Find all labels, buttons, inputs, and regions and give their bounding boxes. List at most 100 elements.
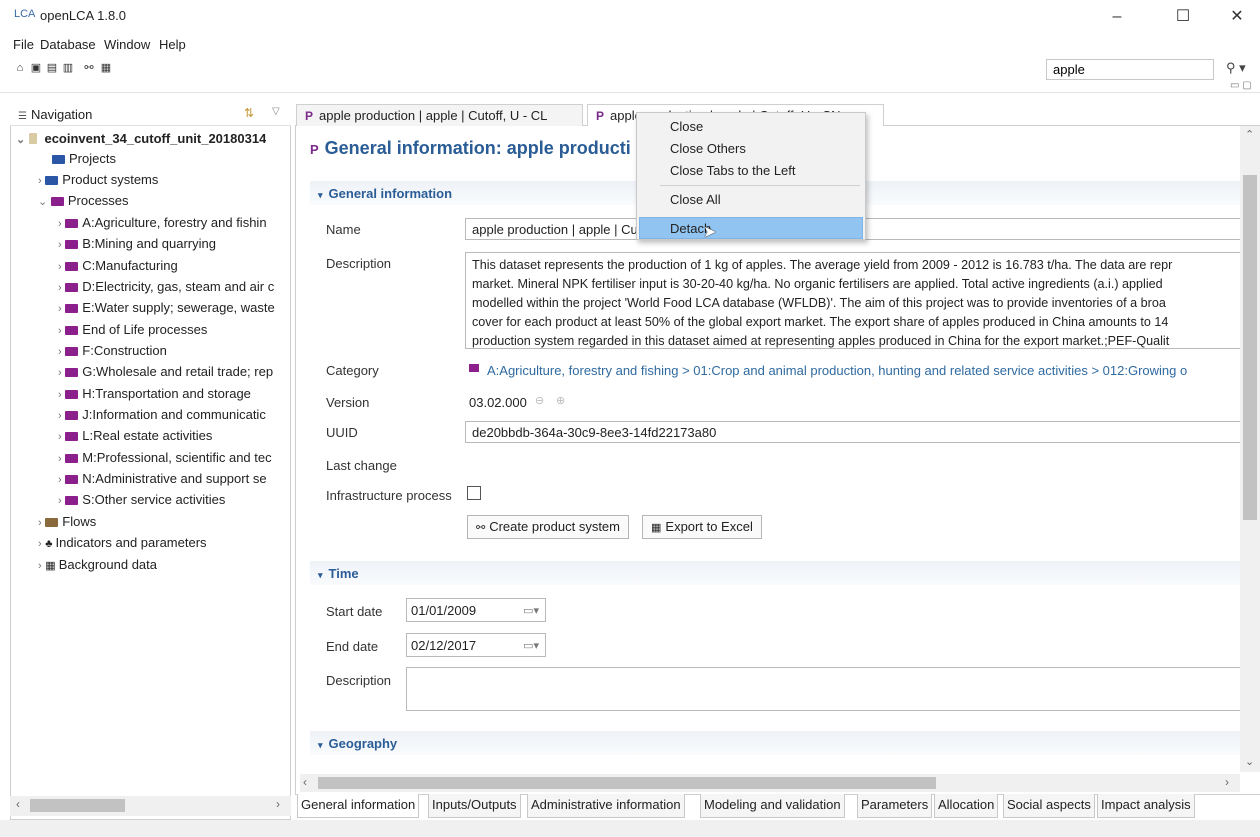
tree-item-real-estate[interactable]: › L:Real estate activities: [58, 428, 290, 443]
description-label: Description: [326, 256, 392, 271]
menu-item-close[interactable]: Close: [670, 119, 703, 134]
create-product-system-button[interactable]: ⚯ Create product system: [467, 515, 629, 539]
scroll-left-icon[interactable]: ‹: [16, 797, 20, 811]
name-label: Name: [326, 222, 361, 237]
scroll-down-icon[interactable]: ⌄: [1245, 755, 1254, 768]
menu-database[interactable]: Database: [40, 37, 96, 52]
description-field[interactable]: This dataset represents the production o…: [465, 252, 1245, 349]
version-down-icon[interactable]: ⊖: [535, 394, 544, 407]
tree-item-indicators[interactable]: › ♣ Indicators and parameters: [38, 535, 207, 550]
menu-item-close-others[interactable]: Close Others: [670, 141, 746, 156]
tree-item-projects[interactable]: Projects: [52, 151, 116, 166]
tree-item-professional[interactable]: › M:Professional, scientific and tec: [58, 450, 290, 465]
tree-item-label: S:Other service activities: [82, 492, 226, 507]
scroll-left-icon[interactable]: ‹: [303, 775, 307, 789]
category-label: Category: [326, 363, 379, 378]
scroll-up-icon[interactable]: ⌃: [1245, 128, 1254, 141]
time-description-field[interactable]: [406, 667, 1241, 711]
chevron-right-icon: ›: [38, 560, 42, 572]
tree-root[interactable]: ⌄ ecoinvent_34_cutoff_unit_20180314: [16, 131, 266, 146]
uuid-field[interactable]: de20bbdb-364a-30c9-8ee3-14fd22173a80: [465, 421, 1245, 443]
chevron-right-icon: ›: [58, 325, 62, 337]
tree-item-construction[interactable]: › F:Construction: [58, 343, 290, 358]
section-time-title[interactable]: ▾ Time: [318, 566, 359, 581]
section-title-label: Geography: [328, 736, 398, 751]
menu-help[interactable]: Help: [159, 37, 186, 52]
calendar-icon[interactable]: ▭▾: [523, 639, 539, 652]
save-as-icon[interactable]: ▤: [46, 62, 58, 74]
close-window-button[interactable]: ✕: [1214, 4, 1260, 30]
menu-file[interactable]: File: [13, 37, 34, 52]
minimize-button[interactable]: –: [1094, 4, 1140, 30]
section-geography-title[interactable]: ▾ Geography: [318, 736, 397, 751]
chevron-down-icon: ⌄: [16, 134, 26, 146]
folder-icon: [65, 368, 79, 377]
collapse-icon: ▾: [318, 570, 323, 580]
menu-item-close-all[interactable]: Close All: [670, 192, 721, 207]
editor-vertical-scroll-thumb[interactable]: [1243, 175, 1257, 520]
tree-item-processes[interactable]: ⌄ Processes: [38, 193, 129, 208]
tab-inputs-outputs[interactable]: Inputs/Outputs: [428, 794, 521, 818]
chevron-right-icon: ›: [58, 282, 62, 294]
version-up-icon[interactable]: ⊕: [556, 394, 565, 407]
scroll-right-icon[interactable]: ›: [1225, 775, 1229, 789]
tree-item-mining[interactable]: › B:Mining and quarrying: [58, 236, 290, 251]
save-all-icon[interactable]: ▥: [62, 62, 74, 74]
scroll-right-icon[interactable]: ›: [276, 797, 280, 811]
tree-item-water[interactable]: › E:Water supply; sewerage, waste: [58, 300, 290, 315]
menu-item-close-tabs-left[interactable]: Close Tabs to the Left: [670, 163, 796, 178]
tree-item-manufacturing[interactable]: › C:Manufacturing: [58, 258, 290, 273]
maximize-button[interactable]: ☐: [1160, 4, 1206, 30]
description-line: market. Mineral NPK fertiliser input is …: [472, 277, 1163, 291]
tree-item-electricity[interactable]: › D:Electricity, gas, steam and air c: [58, 279, 290, 294]
folder-icon: [65, 219, 79, 228]
tree-item-flows[interactable]: › Flows: [38, 514, 96, 529]
export-excel-button[interactable]: ▦ Export to Excel: [642, 515, 762, 539]
end-date-field[interactable]: 02/12/2017 ▭▾: [406, 633, 546, 657]
start-date-field[interactable]: 01/01/2009 ▭▾: [406, 598, 546, 622]
section-geography[interactable]: [310, 731, 1240, 755]
section-general-information-title[interactable]: ▾ General information: [318, 186, 452, 201]
calendar-icon[interactable]: ▭▾: [523, 604, 539, 617]
tab-modeling-validation[interactable]: Modeling and validation: [700, 794, 845, 818]
home-icon[interactable]: ⌂: [14, 62, 26, 74]
product-system-icon[interactable]: ⚯: [83, 62, 95, 74]
tree-item-product-systems[interactable]: › Product systems: [38, 172, 158, 187]
tree-item-information[interactable]: › J:Information and communicatic: [58, 407, 290, 422]
chevron-right-icon: ›: [58, 389, 62, 401]
search-icon[interactable]: ⚲ ▾: [1226, 60, 1246, 76]
section-title-label: General information: [328, 186, 453, 201]
tree-item-background-data[interactable]: › ▦ Background data: [38, 557, 157, 572]
category-link[interactable]: A:Agriculture, forestry and fishing > 01…: [487, 363, 1239, 378]
folder-icon: [52, 155, 65, 164]
search-input[interactable]: [1046, 59, 1214, 80]
navigation-title: ☰ Navigation: [18, 107, 92, 122]
tree-item-label: Product systems: [62, 172, 159, 187]
tree-item-end-of-life[interactable]: › End of Life processes: [58, 322, 290, 337]
tree-item-transportation[interactable]: › H:Transportation and storage: [58, 386, 290, 401]
tab-general-information[interactable]: General information: [297, 794, 420, 818]
tab-apple-production-cl[interactable]: Papple production | apple | Cutoff, U - …: [296, 104, 583, 126]
minimize-maximize-icon[interactable]: ▭ ▢: [1230, 80, 1252, 91]
indicators-icon: ♣: [45, 538, 53, 550]
excel-export-icon[interactable]: ▦: [100, 62, 112, 74]
tree-item-agriculture[interactable]: › A:Agriculture, forestry and fishin: [58, 215, 290, 230]
tab-social-aspects[interactable]: Social aspects: [1003, 794, 1095, 818]
save-icon[interactable]: ▣: [30, 62, 42, 74]
chevron-down-icon: ⌄: [38, 196, 48, 208]
link-editor-icon[interactable]: ⇅: [244, 106, 254, 120]
tree-item-administrative[interactable]: › N:Administrative and support se: [58, 471, 290, 486]
navigation-scroll-thumb[interactable]: [30, 799, 125, 812]
view-menu-icon[interactable]: ▽: [272, 106, 280, 117]
tab-allocation[interactable]: Allocation: [934, 794, 999, 818]
editor-horizontal-scroll-thumb[interactable]: [318, 777, 936, 789]
infrastructure-checkbox[interactable]: [467, 486, 481, 500]
tree-item-wholesale[interactable]: › G:Wholesale and retail trade; rep: [58, 364, 290, 379]
menu-window[interactable]: Window: [104, 37, 150, 52]
tab-parameters[interactable]: Parameters: [857, 794, 933, 818]
tree-item-other-service[interactable]: › S:Other service activities: [58, 492, 290, 507]
section-time[interactable]: [310, 561, 1240, 585]
tab-administrative-information[interactable]: Administrative information: [527, 794, 685, 818]
chevron-right-icon: ›: [58, 346, 62, 358]
tab-impact-analysis[interactable]: Impact analysis: [1097, 794, 1195, 818]
